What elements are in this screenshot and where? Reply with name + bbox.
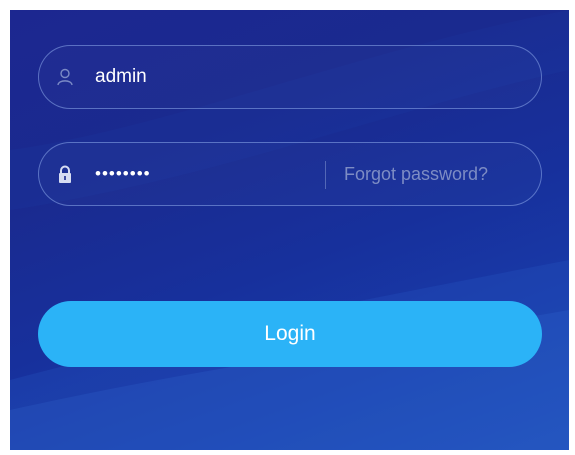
lock-icon (59, 165, 71, 183)
username-field[interactable]: admin (38, 45, 542, 109)
login-panel: admin •••••••• Forgot password? Login (10, 10, 569, 450)
password-input[interactable]: •••••••• (95, 143, 151, 205)
username-input[interactable]: admin (95, 46, 147, 108)
password-field[interactable]: •••••••• Forgot password? (38, 142, 542, 206)
login-button[interactable]: Login (38, 301, 542, 367)
field-divider (325, 161, 326, 189)
forgot-password-link[interactable]: Forgot password? (344, 143, 488, 205)
user-icon (57, 68, 73, 86)
